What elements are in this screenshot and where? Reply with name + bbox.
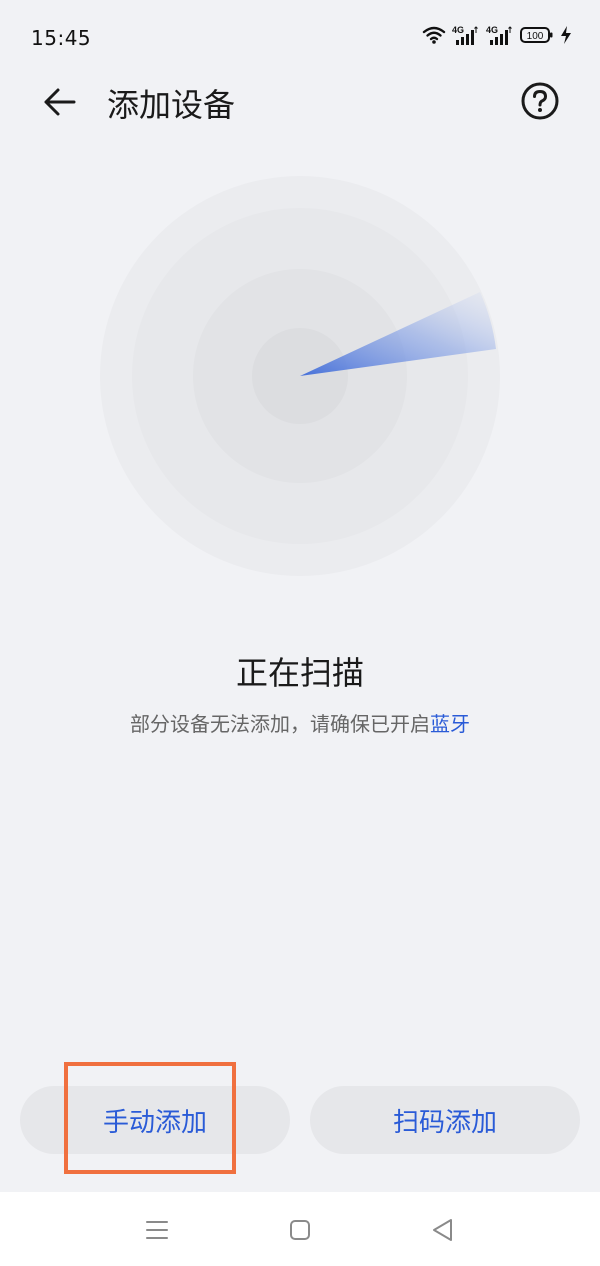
home-icon: [290, 1220, 310, 1240]
nav-menu-button[interactable]: [143, 1216, 171, 1244]
network-label-1: 4G: [452, 25, 464, 35]
radar-scanner: [100, 176, 500, 576]
page-title: 添加设备: [107, 86, 236, 124]
network-label-2: 4G: [486, 25, 498, 35]
help-button[interactable]: [520, 81, 560, 121]
status-time: 15:45: [31, 26, 92, 50]
navigation-bar: [0, 1192, 600, 1266]
scan-hint: 部分设备无法添加，请确保已开启蓝牙: [0, 708, 600, 737]
battery-icon: 100: [520, 25, 554, 45]
scan-code-add-button[interactable]: 扫码添加: [310, 1086, 580, 1154]
wifi-icon: [422, 25, 446, 45]
scan-hint-text: 部分设备无法添加，请确保已开启: [130, 712, 430, 736]
header: 添加设备: [0, 64, 600, 140]
back-icon: [433, 1219, 452, 1241]
manual-add-button[interactable]: 手动添加: [20, 1086, 290, 1154]
status-icons: 4G 4G 100: [422, 24, 572, 46]
nav-back-button[interactable]: [429, 1216, 457, 1244]
help-icon: [521, 82, 559, 120]
battery-level: 100: [527, 31, 544, 42]
menu-icon: [146, 1221, 168, 1239]
status-bar: 15:45 4G 4G 100: [0, 0, 600, 64]
signal-4g-icon: 4G: [452, 24, 480, 46]
back-arrow-icon: [44, 88, 76, 116]
scan-title: 正在扫描: [235, 654, 364, 692]
signal-4g-icon: 4G: [486, 24, 514, 46]
back-button[interactable]: [40, 82, 80, 122]
bluetooth-link[interactable]: 蓝牙: [430, 712, 470, 736]
nav-home-button[interactable]: [286, 1216, 314, 1244]
charging-icon: [560, 25, 572, 45]
